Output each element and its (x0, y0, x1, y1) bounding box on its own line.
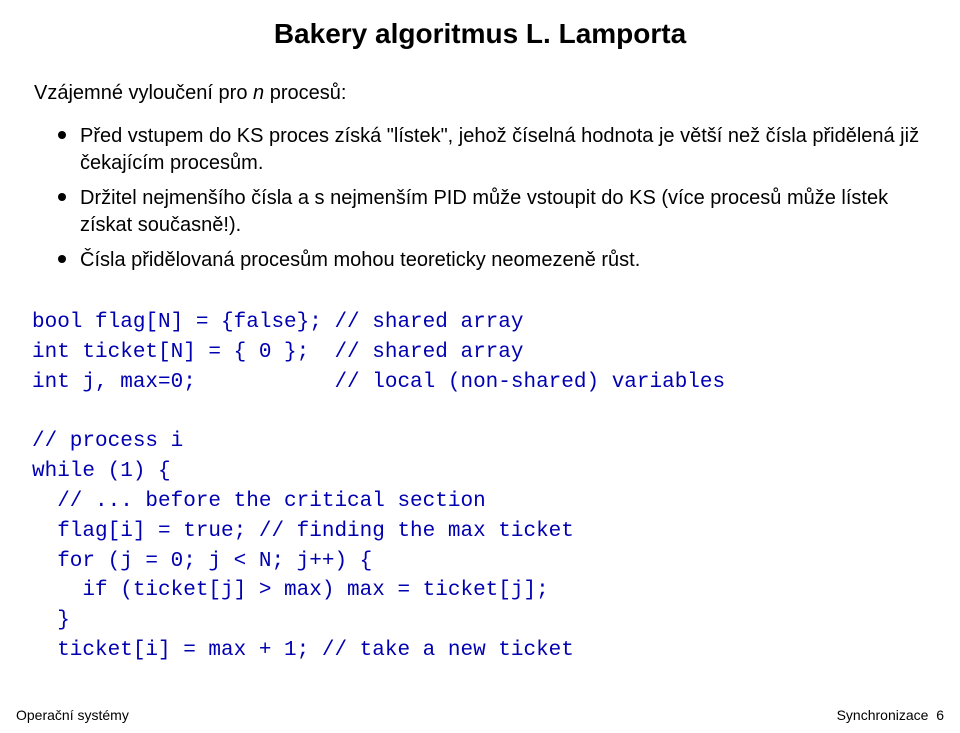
code-block: bool flag[N] = {false}; // shared array … (32, 308, 930, 666)
bullet-text: Držitel nejmenšího čísla a s nejmenším P… (80, 185, 930, 239)
bullet-list: Před vstupem do KS proces získá "lístek"… (58, 123, 930, 282)
slide-title: Bakery algoritmus L. Lamporta (30, 18, 930, 50)
footer-page-number: 6 (936, 707, 944, 723)
bullet-text: Čísla přidělovaná procesům mohou teoreti… (80, 247, 640, 274)
intro-line: Vzájemné vyloučení pro n procesů: (34, 82, 930, 105)
footer-section: Synchronizace (837, 707, 929, 723)
intro-prefix: Vzájemné vyloučení pro (34, 82, 253, 104)
list-item: Čísla přidělovaná procesům mohou teoreti… (58, 247, 930, 274)
list-item: Před vstupem do KS proces získá "lístek"… (58, 123, 930, 177)
intro-italic: n (253, 82, 264, 104)
bullet-icon (58, 131, 66, 139)
bullet-icon (58, 193, 66, 201)
list-item: Držitel nejmenšího čísla a s nejmenším P… (58, 185, 930, 239)
footer-left: Operační systémy (16, 707, 129, 723)
bullet-icon (58, 255, 66, 263)
intro-suffix: procesů: (264, 82, 346, 104)
slide-container: Bakery algoritmus L. Lamporta Vzájemné v… (0, 0, 960, 733)
slide-footer: Operační systémy Synchronizace 6 (16, 707, 944, 723)
bullet-text: Před vstupem do KS proces získá "lístek"… (80, 123, 930, 177)
footer-right: Synchronizace 6 (837, 707, 944, 723)
